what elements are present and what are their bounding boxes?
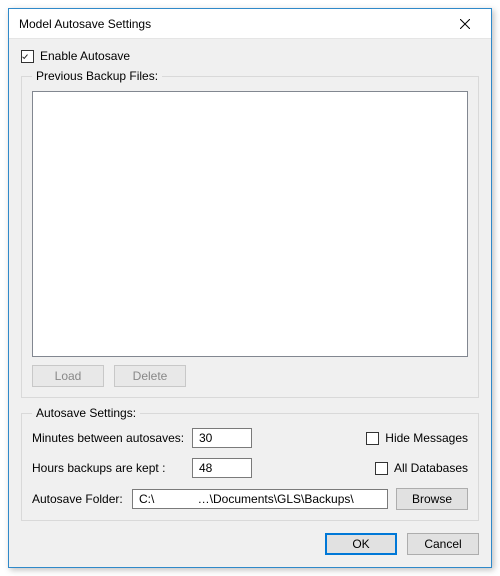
settings-legend: Autosave Settings: — [32, 406, 140, 420]
settings-fieldset: Autosave Settings: Minutes between autos… — [21, 406, 479, 521]
backup-file-list[interactable] — [32, 91, 468, 357]
backup-buttons: Load Delete — [32, 365, 468, 387]
dialog-button-row: OK Cancel — [21, 529, 479, 555]
backup-legend: Previous Backup Files: — [32, 69, 162, 83]
hours-input[interactable] — [192, 458, 252, 478]
client-area: Enable Autosave Previous Backup Files: L… — [9, 39, 491, 567]
enable-autosave-label: Enable Autosave — [40, 49, 130, 63]
close-icon — [460, 19, 470, 29]
check-icon — [22, 51, 28, 62]
delete-button[interactable]: Delete — [114, 365, 186, 387]
enable-autosave-checkbox[interactable] — [21, 50, 34, 63]
all-databases-checkbox[interactable] — [375, 462, 388, 475]
folder-input[interactable] — [132, 489, 388, 509]
window-title: Model Autosave Settings — [19, 17, 151, 31]
all-db-row: All Databases — [375, 461, 468, 475]
hide-messages-label: Hide Messages — [385, 431, 468, 445]
folder-label: Autosave Folder: — [32, 492, 132, 506]
minutes-label: Minutes between autosaves: — [32, 431, 192, 445]
hours-label: Hours backups are kept : — [32, 461, 192, 475]
minutes-row: Minutes between autosaves: Hide Messages — [32, 428, 468, 448]
ok-button[interactable]: OK — [325, 533, 397, 555]
browse-button[interactable]: Browse — [396, 488, 468, 510]
hours-row: Hours backups are kept : All Databases — [32, 458, 468, 478]
dialog-window: Model Autosave Settings Enable Autosave … — [8, 8, 492, 568]
cancel-button[interactable]: Cancel — [407, 533, 479, 555]
folder-row: Autosave Folder: Browse — [32, 488, 468, 510]
backup-fieldset: Previous Backup Files: Load Delete — [21, 69, 479, 398]
minutes-input[interactable] — [192, 428, 252, 448]
hide-messages-row: Hide Messages — [366, 431, 468, 445]
load-button[interactable]: Load — [32, 365, 104, 387]
hide-messages-checkbox[interactable] — [366, 432, 379, 445]
all-databases-label: All Databases — [394, 461, 468, 475]
close-button[interactable] — [447, 12, 483, 36]
titlebar: Model Autosave Settings — [9, 9, 491, 39]
enable-autosave-row: Enable Autosave — [21, 49, 479, 63]
